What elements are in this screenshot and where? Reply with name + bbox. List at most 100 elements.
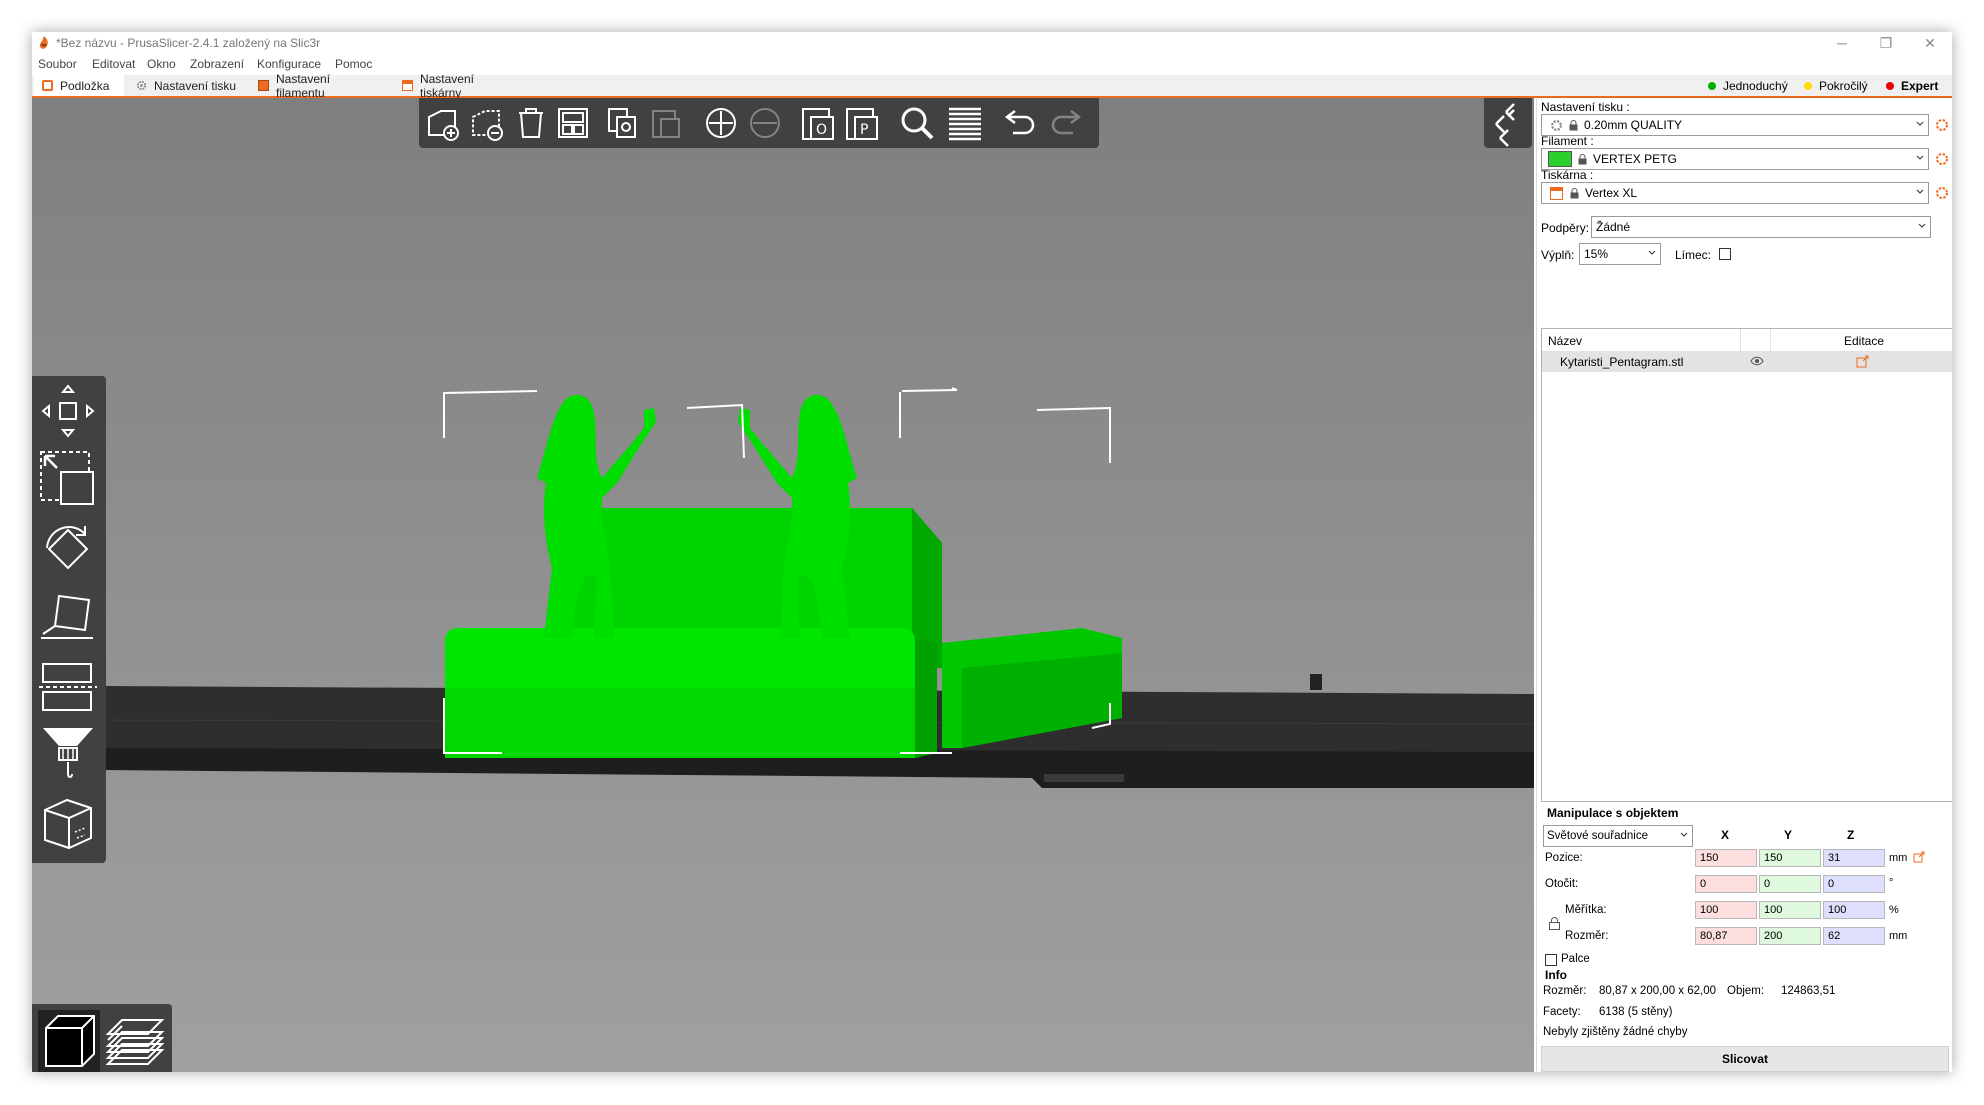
lock-icon [1578, 153, 1587, 164]
close-button[interactable]: ✕ [1908, 32, 1952, 54]
mode-advanced-label: Pokročilý [1819, 78, 1868, 93]
tab-filament-settings[interactable]: Nastavení filamentu [250, 72, 390, 100]
menu-soubor[interactable]: Soubor [38, 57, 77, 71]
rotate-icon[interactable] [37, 518, 99, 580]
infill-combo[interactable]: 15% [1579, 243, 1661, 265]
inches-checkbox[interactable] [1545, 954, 1557, 966]
copy-icon[interactable] [603, 103, 643, 143]
size-x-field[interactable]: 80,87 [1695, 927, 1757, 945]
paste-icon[interactable] [647, 103, 687, 143]
supports-combo[interactable]: Žádné [1591, 216, 1931, 238]
scale-x-field[interactable]: 100 [1695, 901, 1757, 919]
column-edit[interactable]: Editace [1844, 334, 1884, 348]
size-z-field[interactable]: 62 [1823, 927, 1885, 945]
collapse-sidebar-button[interactable] [1484, 98, 1532, 148]
menu-editovat[interactable]: Editovat [92, 57, 135, 71]
layers-editing-icon[interactable] [945, 103, 985, 143]
scale-z-field[interactable]: 100 [1823, 901, 1885, 919]
coordinates-combo[interactable]: Světové souřadnice [1543, 825, 1693, 847]
rotation-x-field[interactable]: 0 [1695, 875, 1757, 893]
menu-pomoc[interactable]: Pomoc [335, 57, 372, 71]
uniform-scale-lock-icon[interactable] [1549, 917, 1560, 930]
3d-view-icon[interactable] [38, 1010, 100, 1072]
arrange-icon[interactable] [553, 103, 593, 143]
object-row[interactable]: Kytaristi_Pentagram.stl [1542, 352, 1952, 372]
menu-zobrazeni[interactable]: Zobrazení [190, 57, 244, 71]
cog-icon [136, 80, 147, 91]
model-front-face [445, 688, 915, 758]
remove-instance-icon[interactable] [745, 103, 785, 143]
position-x-field[interactable]: 150 [1695, 849, 1757, 867]
infill-label: Výplň: [1541, 248, 1575, 262]
menu-okno[interactable]: Okno [147, 57, 176, 71]
brim-checkbox[interactable] [1719, 248, 1731, 260]
add-icon[interactable] [423, 103, 463, 143]
mode-expert[interactable]: Expert [1880, 75, 1944, 96]
size-y-field[interactable]: 200 [1759, 927, 1821, 945]
scale-y-field[interactable]: 100 [1759, 901, 1821, 919]
tab-print-settings-label: Nastavení tisku [154, 78, 237, 93]
filament-combo[interactable]: VERTEX PETG [1541, 148, 1929, 170]
printer-combo[interactable]: Vertex XL [1541, 182, 1929, 204]
mode-advanced[interactable]: Pokročilý [1798, 75, 1874, 96]
filament-color-swatch [1548, 151, 1572, 167]
column-name[interactable]: Název [1548, 334, 1582, 348]
print-settings-combo[interactable]: 0.20mm QUALITY [1541, 114, 1929, 136]
filament-edit-icon[interactable] [1935, 152, 1949, 166]
rotation-y-field[interactable]: 0 [1759, 875, 1821, 893]
edit-object-icon[interactable] [1856, 355, 1869, 368]
app-window: *Bez názvu - PrusaSlicer-2.4.1 založený … [32, 32, 1952, 1072]
minimize-button[interactable]: ─ [1820, 32, 1864, 54]
scene-canvas[interactable] [32, 98, 1534, 1072]
print-settings-edit-icon[interactable] [1935, 118, 1949, 132]
mode-simple[interactable]: Jednoduchý [1702, 75, 1794, 96]
position-label: Pozice: [1545, 852, 1583, 864]
add-instance-icon[interactable] [701, 103, 741, 143]
printer-icon [402, 80, 413, 91]
tab-plater[interactable]: Podložka [34, 75, 124, 96]
mode-simple-label: Jednoduchý [1723, 78, 1788, 93]
tab-print-settings[interactable]: Nastavení tisku [128, 75, 246, 96]
paint-supports-icon[interactable] [37, 722, 99, 784]
filament-label: Filament : [1541, 134, 1594, 148]
info-facets-label: Facety: [1543, 1006, 1581, 1018]
delete-all-icon[interactable] [511, 103, 551, 143]
model-front-top [445, 628, 915, 698]
drop-to-bed-icon[interactable] [1913, 851, 1925, 863]
menu-konfigurace[interactable]: Konfigurace [257, 57, 321, 71]
filament-value: VERTEX PETG [1593, 152, 1677, 166]
scale-icon[interactable] [37, 448, 99, 510]
place-on-face-icon[interactable] [37, 586, 99, 648]
slice-button[interactable]: Slicovat [1541, 1046, 1949, 1072]
rotation-z-field[interactable]: 0 [1823, 875, 1885, 893]
redo-icon[interactable] [1047, 103, 1087, 143]
split-objects-icon[interactable]: O [799, 103, 839, 143]
3d-viewport[interactable]: O P [32, 98, 1534, 1072]
bed-marker [1310, 674, 1322, 690]
printer-edit-icon[interactable] [1935, 186, 1949, 200]
undo-icon[interactable] [999, 103, 1039, 143]
tab-printer-settings[interactable]: Nastavení tiskárny [394, 72, 526, 100]
info-errors: Nebyly zjištěny žádné chyby [1543, 1026, 1688, 1038]
tab-filament-settings-label: Nastavení filamentu [276, 71, 331, 100]
seam-icon[interactable] [37, 792, 99, 854]
coordinates-value: Světové souřadnice [1547, 830, 1649, 842]
preview-icon[interactable] [104, 1010, 166, 1072]
mode-expert-label: Expert [1901, 78, 1939, 93]
object-list-header: Název Editace [1542, 329, 1952, 352]
position-z-field[interactable]: 31 [1823, 849, 1885, 867]
eye-icon[interactable] [1750, 356, 1764, 366]
delete-icon[interactable] [467, 103, 507, 143]
split-parts-icon[interactable]: P [843, 103, 883, 143]
tab-bar: Podložka Nastavení tisku Nastavení filam… [32, 72, 1952, 100]
move-icon[interactable] [37, 380, 99, 442]
manipulation-title: Manipulace s objektem [1547, 806, 1679, 820]
restore-button[interactable]: ❐ [1864, 32, 1908, 54]
cut-icon[interactable] [37, 656, 99, 718]
search-icon[interactable] [897, 103, 937, 143]
position-y-field[interactable]: 150 [1759, 849, 1821, 867]
svg-text:O: O [816, 122, 827, 138]
svg-text:P: P [860, 122, 868, 138]
plater-icon [42, 80, 53, 91]
double-chevron-icon [1495, 103, 1515, 147]
